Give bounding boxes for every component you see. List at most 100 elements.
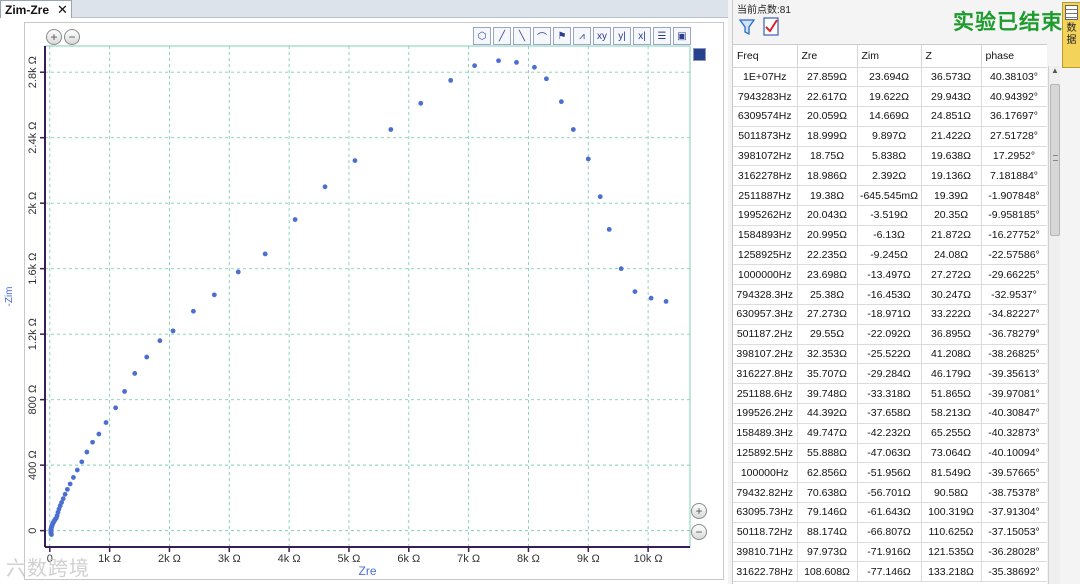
data-point[interactable] [157,338,163,344]
nyquist-plot[interactable]: 0 1k Ω 2k Ω 3k Ω 4k Ω 5k Ω 6k Ω 7k Ω 8k Ω 9k Ω 10k… [0,0,728,584]
table-row[interactable]: 79432.82Hz 70.638Ω -56.701Ω 90.58Ω -38.75378… [733,482,1047,504]
table-cell: 14.669Ω [857,106,922,127]
data-point[interactable] [558,99,564,105]
data-point[interactable] [352,158,358,164]
table-row[interactable]: 3981072Hz 18.75Ω 5.838Ω 19.638Ω 17.2952° [733,146,1047,167]
column-header[interactable]: Z [921,45,982,68]
table-row[interactable]: 31622.78Hz 108.608Ω -77.146Ω 133.218Ω -35.38… [733,561,1047,583]
table-cell: 108.608Ω [797,561,858,583]
table-row[interactable]: 50118.72Hz 88.174Ω -66.807Ω 110.625Ω -37.150… [733,522,1047,543]
data-point[interactable] [60,496,66,502]
table-cell: 18.999Ω [797,126,858,147]
table-cell: -40.30847° [981,403,1047,424]
table-cell: 31622.78Hz [733,561,798,583]
data-point[interactable] [211,292,217,298]
table-row[interactable]: 251188.6Hz 39.748Ω -33.318Ω 51.865Ω -39.9708… [733,383,1047,405]
x-tick-label: 8k Ω [517,553,540,565]
column-header[interactable]: Zim [857,45,922,68]
data-point[interactable] [663,299,669,304]
data-point[interactable] [103,420,109,425]
table-row[interactable]: 199526.2Hz 44.392Ω -37.658Ω 58.213Ω -40.3084… [733,403,1047,424]
data-point[interactable] [190,308,196,314]
table-row[interactable]: 1258925Hz 22.235Ω -9.245Ω 24.08Ω -22.57586° [733,245,1047,266]
data-point[interactable] [532,64,537,70]
data-point[interactable] [262,251,268,257]
data-point[interactable] [496,58,501,64]
data-point[interactable] [448,77,454,83]
data-point[interactable] [418,100,424,106]
table-row[interactable]: 158489.3Hz 49.747Ω -42.232Ω 65.255Ω -40.3287… [733,423,1047,444]
data-point[interactable] [618,266,624,272]
data-point[interactable] [62,491,68,497]
table-row[interactable]: 794328.3Hz 25.38Ω -16.453Ω 30.247Ω -32.9537° [733,284,1047,306]
x-axis-label: Zre [359,564,377,578]
data-point[interactable] [597,194,603,200]
data-point[interactable] [648,295,654,301]
data-point[interactable] [170,328,176,334]
table-row[interactable]: 39810.71Hz 97.973Ω -71.916Ω 121.535Ω -36.280… [733,542,1047,563]
table-cell: 55.888Ω [797,443,858,464]
table-row[interactable]: 398107.2Hz 32.353Ω -25.522Ω 41.208Ω -38.2682… [733,344,1047,365]
table-row[interactable]: 5011873Hz 18.999Ω 9.897Ω 21.422Ω 27.51728° [733,126,1047,147]
table-cell: -56.701Ω [857,482,922,504]
data-point[interactable] [71,475,76,480]
data-point[interactable] [388,127,394,132]
table-cell: -66.807Ω [857,522,922,543]
data-point[interactable] [74,467,80,473]
table-row[interactable]: 1E+07Hz 27.859Ω 23.694Ω 36.573Ω 40.38103° [733,67,1047,88]
data-point[interactable] [84,449,90,455]
table-scrollbar[interactable]: ▲ [1048,66,1060,584]
data-point[interactable] [90,439,95,445]
checklist-icon[interactable] [763,16,779,36]
table-cell: 6309574Hz [733,106,798,127]
data-point[interactable] [514,59,519,65]
table-row[interactable]: 1995262Hz 20.043Ω -3.519Ω 20.35Ω -9.958185° [733,205,1047,226]
table-cell: 50118.72Hz [733,522,798,543]
column-header[interactable]: phase [981,45,1047,68]
data-point[interactable] [322,184,328,190]
table-row[interactable]: 630957.3Hz 27.273Ω -18.971Ω 33.222Ω -34.8222… [733,304,1047,325]
data-point[interactable] [64,486,70,492]
data-point[interactable] [235,269,241,275]
table-cell: 25.38Ω [797,284,858,306]
data-point[interactable] [79,459,85,465]
data-point[interactable] [113,405,119,411]
table-cell: 32.353Ω [797,344,858,365]
table-cell: 7943283Hz [733,86,798,108]
table-row[interactable]: 2511887Hz 19.38Ω -645.545mΩ 19.39Ω -1.907848… [733,185,1047,207]
column-header[interactable]: Zre [797,45,858,68]
data-point[interactable] [122,389,127,394]
table-row[interactable]: 63095.73Hz 79.146Ω -61.643Ω 100.319Ω -37.913… [733,502,1047,523]
table-row[interactable]: 7943283Hz 22.617Ω 19.622Ω 29.943Ω 40.94392° [733,86,1047,108]
table-row[interactable]: 501187.2Hz 29.55Ω -22.092Ω 36.895Ω -36.78279… [733,324,1047,345]
data-point[interactable] [132,371,138,376]
data-point[interactable] [96,431,102,437]
data-point[interactable] [472,63,478,69]
table-row[interactable]: 125892.5Hz 55.888Ω -47.063Ω 73.064Ω -40.1009… [733,443,1047,464]
scroll-thumb[interactable] [1050,84,1060,236]
column-header[interactable]: Freq [733,45,798,68]
table-cell: 81.549Ω [921,462,982,484]
data-point[interactable] [632,289,638,294]
filter-icon[interactable] [739,18,755,36]
data-point[interactable] [544,76,549,82]
data-point[interactable] [144,354,150,360]
table-row[interactable]: 1000000Hz 23.698Ω -13.497Ω 27.272Ω -29.66225… [733,264,1047,286]
y-tick-label: 2.4k Ω [27,122,39,154]
table-row[interactable]: 316227.8Hz 35.707Ω -29.284Ω 46.179Ω -39.3561… [733,363,1047,385]
data-point[interactable] [585,156,591,162]
table-row[interactable]: 1584893Hz 20.995Ω -6.13Ω 21.872Ω -16.27752° [733,225,1047,246]
data-point[interactable] [292,217,298,222]
x-tick-label: 10k Ω [634,553,663,565]
data-point[interactable] [67,481,73,487]
table-cell: 44.392Ω [797,403,858,424]
data-point[interactable] [570,127,576,132]
table-row[interactable]: 100000Hz 62.856Ω -51.956Ω 81.549Ω -39.57665° [733,462,1047,484]
data-side-tab[interactable]: 数 据 [1062,2,1080,68]
x-tick-label: 3k Ω [218,553,241,565]
data-point[interactable] [606,226,612,232]
table-row[interactable]: 6309574Hz 20.059Ω 14.669Ω 24.851Ω 36.17697° [733,106,1047,127]
scroll-up-arrow-icon[interactable]: ▲ [1049,66,1061,80]
table-cell: 58.213Ω [921,403,982,424]
table-row[interactable]: 3162278Hz 18.986Ω 2.392Ω 19.136Ω 7.181884° [733,165,1047,187]
